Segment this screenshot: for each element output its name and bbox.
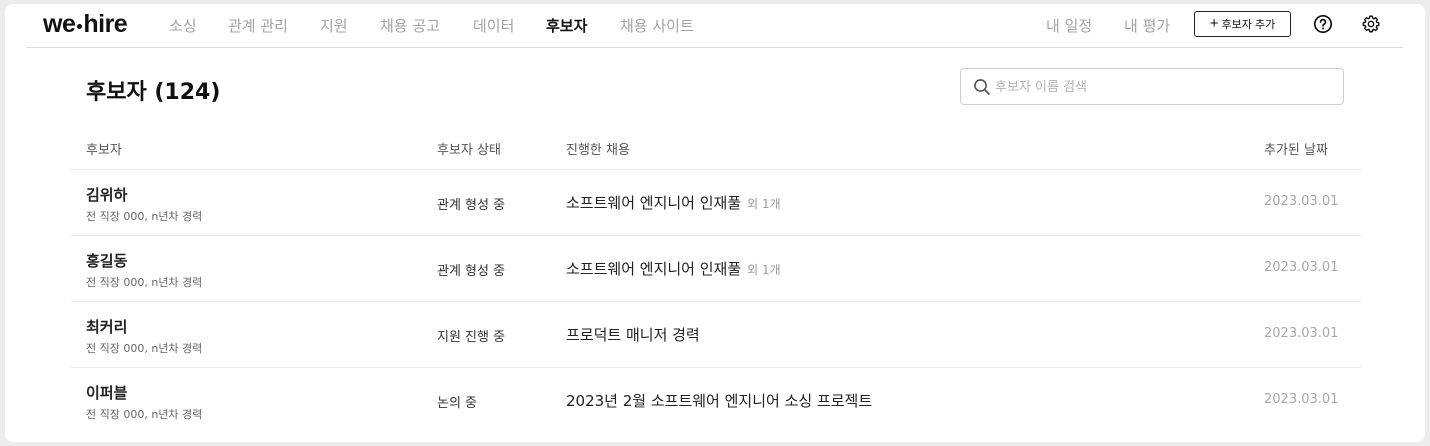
plus-icon: + bbox=[1209, 14, 1219, 32]
candidate-name[interactable]: 홍길동 bbox=[86, 250, 127, 271]
add-candidate-button[interactable]: + 후보자 추가 bbox=[1194, 11, 1291, 37]
candidate-name[interactable]: 김위하 bbox=[86, 184, 127, 205]
nav-item-job-postings[interactable]: 채용 공고 bbox=[380, 15, 440, 36]
nav-item-sourcing[interactable]: 소싱 bbox=[169, 15, 197, 36]
job-title: 2023년 2월 소프트웨어 엔지니어 소싱 프로젝트 bbox=[566, 392, 873, 410]
logo-dot bbox=[77, 24, 83, 29]
my-schedule-link[interactable]: 내 일정 bbox=[1046, 15, 1092, 36]
added-date: 2023.03.01 bbox=[1264, 392, 1339, 407]
candidate-job: 소프트웨어 엔지니어 인재풀 외 1개 bbox=[566, 192, 781, 213]
app-window: we hire 소싱 관계 관리 지원 채용 공고 데이터 후보자 채용 사이트… bbox=[5, 4, 1425, 442]
logo[interactable]: we hire bbox=[43, 10, 128, 39]
add-candidate-label: 후보자 추가 bbox=[1221, 19, 1276, 31]
my-review-link[interactable]: 내 평가 bbox=[1124, 15, 1170, 36]
table-row[interactable]: 최커리 전 직장 000, n년차 경력 지원 진행 중 프로덕트 매니저 경력… bbox=[71, 301, 1361, 367]
column-header-job[interactable]: 진행한 채용 bbox=[566, 139, 630, 158]
top-nav: we hire 소싱 관계 관리 지원 채용 공고 데이터 후보자 채용 사이트… bbox=[27, 4, 1403, 48]
page-title: 후보자 (124) bbox=[86, 80, 221, 105]
help-icon[interactable] bbox=[1313, 14, 1333, 34]
job-extra-count: 외 1개 bbox=[747, 197, 781, 211]
job-title: 소프트웨어 엔지니어 인재풀 bbox=[566, 260, 742, 278]
column-header-status[interactable]: 후보자 상태 bbox=[437, 139, 501, 158]
nav-item-relationship[interactable]: 관계 관리 bbox=[228, 15, 288, 36]
candidate-experience: 전 직장 000, n년차 경력 bbox=[86, 342, 203, 355]
candidate-experience: 전 직장 000, n년차 경력 bbox=[86, 408, 203, 421]
candidate-name[interactable]: 이퍼블 bbox=[86, 382, 127, 403]
candidate-search[interactable] bbox=[960, 68, 1344, 105]
added-date: 2023.03.01 bbox=[1264, 194, 1339, 209]
job-extra-count: 외 1개 bbox=[747, 263, 781, 277]
candidate-status: 지원 진행 중 bbox=[437, 330, 506, 345]
nav-item-applications[interactable]: 지원 bbox=[320, 15, 348, 36]
gear-icon[interactable] bbox=[1361, 14, 1381, 34]
candidate-name[interactable]: 최커리 bbox=[86, 316, 127, 337]
added-date: 2023.03.01 bbox=[1264, 260, 1339, 275]
candidate-job: 소프트웨어 엔지니어 인재풀 외 1개 bbox=[566, 258, 781, 279]
logo-text-hire: hire bbox=[83, 10, 128, 38]
job-title: 프로덕트 매니저 경력 bbox=[566, 326, 700, 344]
candidate-experience: 전 직장 000, n년차 경력 bbox=[86, 276, 203, 289]
candidate-experience: 전 직장 000, n년차 경력 bbox=[86, 210, 203, 223]
candidate-job: 프로덕트 매니저 경력 bbox=[566, 324, 700, 345]
added-date: 2023.03.01 bbox=[1264, 326, 1339, 341]
search-icon bbox=[974, 79, 990, 95]
search-input[interactable] bbox=[995, 75, 1325, 99]
candidate-status: 관계 형성 중 bbox=[437, 264, 506, 279]
table-row[interactable]: 김위하 전 직장 000, n년차 경력 관계 형성 중 소프트웨어 엔지니어 … bbox=[71, 169, 1361, 235]
candidate-status: 관계 형성 중 bbox=[437, 198, 506, 213]
table-row[interactable]: 홍길동 전 직장 000, n년차 경력 관계 형성 중 소프트웨어 엔지니어 … bbox=[71, 235, 1361, 301]
table-row[interactable]: 이퍼블 전 직장 000, n년차 경력 논의 중 2023년 2월 소프트웨어… bbox=[71, 367, 1361, 433]
column-header-candidate[interactable]: 후보자 bbox=[86, 139, 122, 158]
nav-item-careers-site[interactable]: 채용 사이트 bbox=[620, 15, 694, 36]
column-header-date[interactable]: 추가된 날짜 bbox=[1264, 139, 1328, 158]
nav-item-data[interactable]: 데이터 bbox=[473, 15, 514, 36]
candidate-status: 논의 중 bbox=[437, 396, 478, 411]
logo-text-we: we bbox=[43, 10, 76, 38]
job-title: 소프트웨어 엔지니어 인재풀 bbox=[566, 194, 742, 212]
nav-item-candidates[interactable]: 후보자 bbox=[546, 15, 587, 36]
candidate-job: 2023년 2월 소프트웨어 엔지니어 소싱 프로젝트 bbox=[566, 390, 872, 411]
